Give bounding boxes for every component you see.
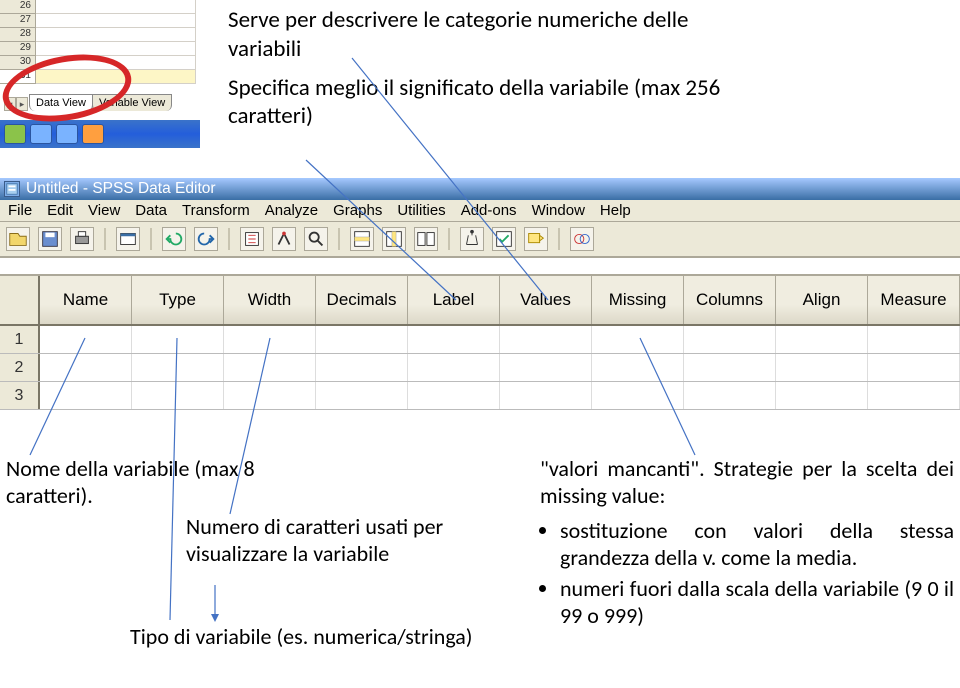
menu-graphs[interactable]: Graphs (333, 202, 382, 219)
value-labels-icon[interactable] (524, 227, 548, 251)
menu-analyze[interactable]: Analyze (265, 202, 318, 219)
col-missing[interactable]: Missing (592, 276, 684, 324)
menu-view[interactable]: View (88, 202, 120, 219)
data-row: 2 (0, 354, 960, 382)
split-file-icon[interactable] (414, 227, 438, 251)
tab-nav-right-icon[interactable]: ▸ (16, 97, 28, 111)
insert-variable-icon[interactable] (382, 227, 406, 251)
save-icon[interactable] (38, 227, 62, 251)
taskbar-app-icon[interactable] (30, 124, 52, 144)
row-header[interactable]: 1 (0, 326, 40, 353)
callout-label: Specifica meglio il significato della va… (228, 74, 738, 132)
row-number: 31 (0, 70, 35, 84)
callout-missing-intro: "valori mancanti". Strategie per la scel… (540, 455, 954, 509)
toolbar (0, 222, 960, 258)
select-cases-icon[interactable] (492, 227, 516, 251)
callout-bottom-right: "valori mancanti". Strategie per la scel… (540, 455, 954, 633)
use-sets-icon[interactable] (570, 227, 594, 251)
callout-bottom-left: Nome della variabile (max 8 caratteri). … (6, 455, 526, 509)
undo-icon[interactable] (162, 227, 186, 251)
row-header[interactable]: 3 (0, 382, 40, 409)
row-number: 26 (0, 0, 35, 14)
data-row: 1 (0, 326, 960, 354)
tab-data-view[interactable]: Data View (29, 94, 93, 111)
callout-width: Numero di caratteri usati per visualizza… (186, 513, 516, 567)
row-number-strip: 26 27 28 29 30 31 (0, 0, 36, 84)
col-align[interactable]: Align (776, 276, 868, 324)
col-columns[interactable]: Columns (684, 276, 776, 324)
col-name[interactable]: Name (40, 276, 132, 324)
taskbar-app-icon[interactable] (82, 124, 104, 144)
col-values[interactable]: Values (500, 276, 592, 324)
col-measure[interactable]: Measure (868, 276, 960, 324)
callout-top-text: Serve per descrivere le categorie numeri… (228, 6, 738, 131)
taskbar-app-icon[interactable] (56, 124, 78, 144)
column-header-row: Name Type Width Decimals Label Values Mi… (0, 276, 960, 326)
row-number: 28 (0, 28, 35, 42)
menu-data[interactable]: Data (135, 202, 167, 219)
col-width[interactable]: Width (224, 276, 316, 324)
redo-icon[interactable] (194, 227, 218, 251)
start-button-icon[interactable] (4, 124, 26, 144)
find-icon[interactable] (304, 227, 328, 251)
open-icon[interactable] (6, 227, 30, 251)
callout-missing-b1: sostituzione con valori della stessa gra… (560, 517, 954, 571)
app-icon (4, 181, 20, 197)
menu-help[interactable]: Help (600, 202, 631, 219)
row-number: 29 (0, 42, 35, 56)
row-number: 27 (0, 14, 35, 28)
insert-case-icon[interactable] (350, 227, 374, 251)
goto-case-icon[interactable] (240, 227, 264, 251)
callout-missing-b2: numeri fuori dalla scala della variabile… (560, 575, 954, 629)
tab-variable-view[interactable]: Variable View (92, 94, 172, 111)
tab-nav-left-icon[interactable]: ◂ (4, 97, 16, 111)
window-title: Untitled - SPSS Data Editor (26, 180, 216, 198)
callout-values: Serve per descrivere le categorie numeri… (228, 6, 738, 64)
menubar: File Edit View Data Transform Analyze Gr… (0, 200, 960, 222)
print-icon[interactable] (70, 227, 94, 251)
windows-taskbar (0, 120, 200, 148)
row-number: 30 (0, 56, 35, 70)
dialog-recall-icon[interactable] (116, 227, 140, 251)
callout-type: Tipo di variabile (es. numerica/stringa) (130, 623, 472, 650)
weight-cases-icon[interactable] (460, 227, 484, 251)
menu-transform[interactable]: Transform (182, 202, 250, 219)
menu-utilities[interactable]: Utilities (397, 202, 445, 219)
titlebar: Untitled - SPSS Data Editor (0, 178, 960, 200)
menu-edit[interactable]: Edit (47, 202, 73, 219)
grid-cells (36, 0, 196, 84)
spss-window: Untitled - SPSS Data Editor File Edit Vi… (0, 178, 960, 410)
callout-name: Nome della variabile (max 8 caratteri). (6, 455, 306, 509)
menu-addons[interactable]: Add-ons (461, 202, 517, 219)
menu-file[interactable]: File (8, 202, 32, 219)
col-type[interactable]: Type (132, 276, 224, 324)
variables-icon[interactable] (272, 227, 296, 251)
sheet-tabs: ◂ ▸ Data View Variable View (4, 94, 172, 111)
col-decimals[interactable]: Decimals (316, 276, 408, 324)
col-label[interactable]: Label (408, 276, 500, 324)
menu-window[interactable]: Window (532, 202, 585, 219)
spss-fragment-top: 26 27 28 29 30 31 ◂ ▸ Data View Variable… (0, 0, 200, 160)
row-header[interactable]: 2 (0, 354, 40, 381)
data-row: 3 (0, 382, 960, 410)
